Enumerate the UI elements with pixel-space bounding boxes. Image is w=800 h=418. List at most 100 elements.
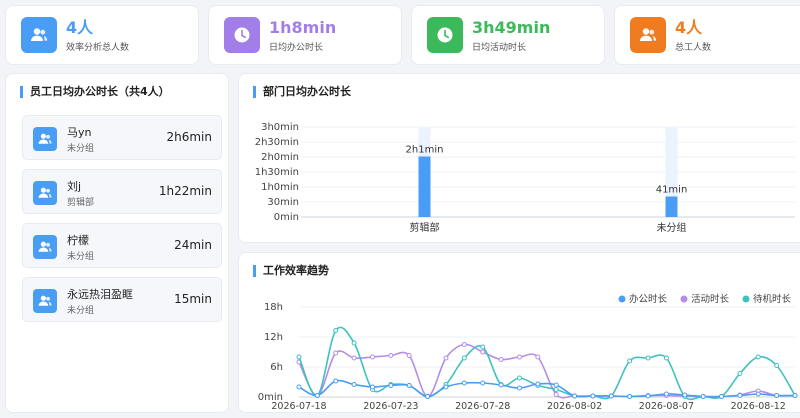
employee-item[interactable]: 永远热泪盈眶 未分组 15min	[22, 277, 222, 322]
data-point[interactable]	[369, 354, 375, 360]
data-point[interactable]	[333, 350, 339, 356]
data-point[interactable]	[480, 380, 486, 386]
user-avatar-icon	[33, 289, 57, 313]
data-point[interactable]	[516, 375, 522, 381]
data-point[interactable]	[369, 384, 375, 390]
legend-marker	[618, 295, 626, 303]
employee-item[interactable]: 刘j 剪辑部 1h22min	[22, 169, 222, 214]
data-point[interactable]	[774, 393, 780, 398]
employee-name: 永远热泪盈眶	[67, 288, 133, 301]
data-point[interactable]	[461, 342, 467, 347]
data-point[interactable]	[572, 393, 578, 399]
data-point[interactable]	[406, 353, 412, 358]
data-point[interactable]	[461, 355, 467, 361]
data-point[interactable]	[516, 354, 522, 360]
y-tick-label: 0min	[274, 212, 299, 223]
data-point[interactable]	[627, 394, 633, 399]
stat-label: 总工人数	[675, 42, 712, 53]
data-point[interactable]	[535, 354, 541, 360]
employee-name: 刘j	[67, 180, 82, 193]
data-point[interactable]	[737, 371, 743, 376]
data-point[interactable]	[351, 382, 357, 387]
data-point[interactable]	[333, 378, 339, 384]
employee-item[interactable]: 柠檬 未分组 24min	[22, 223, 222, 268]
y-tick-label: 3h0min	[261, 122, 299, 133]
data-point[interactable]	[645, 355, 651, 361]
data-point[interactable]	[388, 353, 394, 358]
data-point[interactable]	[627, 358, 633, 364]
data-point[interactable]	[351, 355, 357, 361]
clock-icon	[224, 17, 260, 53]
data-point[interactable]	[480, 349, 486, 355]
stat-label: 效率分析总人数	[66, 42, 130, 53]
users-icon	[21, 17, 57, 53]
data-point[interactable]	[663, 391, 669, 397]
data-point[interactable]	[296, 354, 302, 360]
bar[interactable]	[418, 156, 431, 218]
employee-name: 马yn	[67, 126, 92, 139]
data-point[interactable]	[333, 328, 339, 333]
efficiency-trend-panel: 工作效率趋势 0min 6h 12h 18h 2026-07-18 2026-07-23 2…	[238, 252, 800, 413]
efficiency-line-chart: 0min6h12h18h2026-07-18 2026-07-23 2026-07-…	[258, 293, 798, 412]
x-tick-label: 2026-08-07	[639, 401, 694, 412]
bar-data-label: 41min	[656, 185, 688, 196]
user-avatar-icon	[33, 235, 57, 259]
data-point[interactable]	[663, 355, 669, 361]
data-point[interactable]	[406, 383, 412, 388]
stat-card-avg-active-time: 3h49min 日均活动时长	[411, 5, 605, 65]
clock-icon	[427, 17, 463, 53]
employee-daily-office-panel: 员工日均办公时长（共4人） 马yn 未分组 2h6min 刘j 剪辑部 1h22…	[5, 73, 229, 413]
data-point[interactable]	[682, 392, 688, 398]
data-point[interactable]	[553, 382, 559, 388]
employee-dept: 未分组	[67, 144, 95, 154]
data-point[interactable]	[498, 382, 504, 388]
data-point[interactable]	[498, 357, 504, 362]
data-point[interactable]	[314, 393, 320, 398]
dept-bar-chart: 0min 30min 1h0min 1h30min 2h0min 2h30min 3h0mi…	[255, 122, 795, 234]
data-point[interactable]	[296, 384, 302, 390]
stat-value: 4人	[66, 17, 94, 37]
data-point[interactable]	[700, 394, 706, 399]
data-point[interactable]	[535, 381, 541, 387]
data-point[interactable]	[443, 384, 449, 390]
employee-item[interactable]: 马yn 未分组 2h6min	[22, 115, 222, 160]
data-point[interactable]	[553, 387, 559, 392]
data-point[interactable]	[443, 355, 449, 361]
data-point[interactable]	[719, 394, 725, 399]
stat-value: 4人	[675, 17, 703, 37]
data-point[interactable]	[461, 380, 467, 386]
employee-name: 柠檬	[67, 234, 89, 247]
y-tick-label: 1h0min	[261, 182, 299, 193]
legend-label[interactable]: 活动时长	[691, 293, 730, 305]
data-point[interactable]	[351, 340, 357, 346]
data-point[interactable]	[590, 393, 596, 399]
bar[interactable]	[665, 196, 678, 218]
y-tick-label: 6h	[270, 362, 283, 373]
x-tick-label: 2026-07-28	[455, 401, 510, 412]
y-tick-label: 18h	[264, 302, 283, 313]
stat-label: 日均办公时长	[269, 42, 324, 53]
stat-card-avg-office-time: 1h8min 日均办公时长	[208, 5, 402, 65]
legend-label[interactable]: 待机时长	[753, 293, 792, 305]
x-tick-label: 2026-07-23	[363, 401, 418, 412]
data-point[interactable]	[774, 363, 780, 368]
data-point[interactable]	[388, 383, 394, 388]
data-point[interactable]	[516, 385, 522, 391]
data-point[interactable]	[480, 344, 486, 350]
user-avatar-icon	[33, 181, 57, 205]
data-point[interactable]	[755, 354, 761, 360]
dept-daily-office-panel: 部门日均办公时长 0min 30min 1h0min 1h30min 2h0min 2h3…	[238, 73, 800, 243]
data-point[interactable]	[553, 392, 559, 397]
employee-dept: 未分组	[67, 306, 95, 316]
data-point[interactable]	[792, 393, 798, 398]
data-point[interactable]	[755, 391, 761, 397]
data-point[interactable]	[425, 394, 431, 399]
data-point[interactable]	[645, 393, 651, 399]
legend-label[interactable]: 办公时长	[629, 293, 668, 305]
panel-title: 员工日均办公时长（共4人）	[20, 86, 170, 98]
stat-value: 3h49min	[472, 17, 551, 37]
data-point[interactable]	[737, 393, 743, 398]
y-tick-label: 12h	[264, 332, 283, 343]
data-point[interactable]	[608, 393, 614, 399]
legend-marker	[742, 295, 750, 303]
